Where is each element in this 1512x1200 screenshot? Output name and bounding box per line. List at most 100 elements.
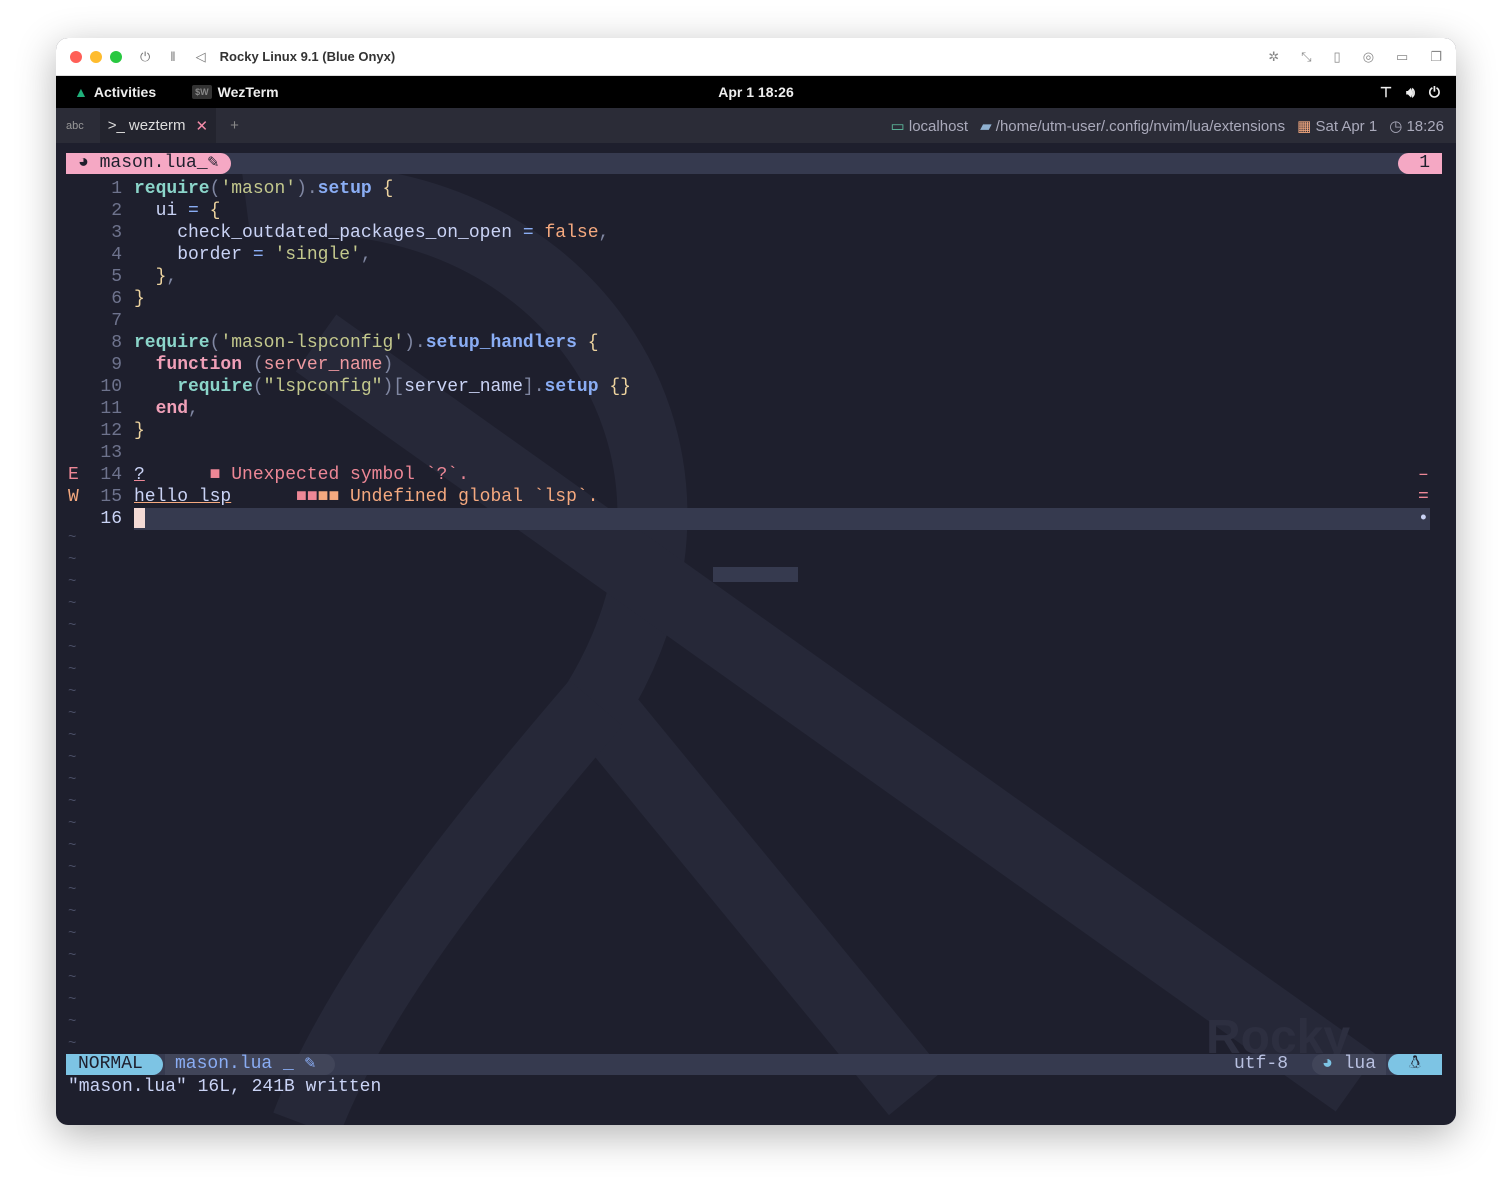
- code-token: ).: [296, 179, 318, 199]
- app-menu[interactable]: $W WezTerm: [192, 84, 279, 100]
- network-icon[interactable]: ⊤: [1380, 84, 1392, 101]
- time-status: ◷ 18:26: [1389, 117, 1444, 135]
- line-number: 3: [111, 223, 122, 243]
- code-line[interactable]: 1 require('mason').setup {: [56, 178, 1442, 200]
- new-tab-button[interactable]: +: [230, 117, 239, 134]
- empty-line-tilde: ~: [68, 882, 77, 898]
- code-text: border = 'single',: [134, 244, 371, 266]
- empty-line-tilde: ~: [68, 706, 77, 722]
- command-line-message: "mason.lua" 16L, 241B written: [68, 1077, 382, 1097]
- empty-line-tilde: ~: [68, 772, 77, 788]
- code-line[interactable]: 4 border = 'single',: [56, 244, 1442, 266]
- empty-line-tilde: ~: [68, 926, 77, 942]
- empty-line-tilde: ~: [68, 1014, 77, 1030]
- code-token: {: [371, 179, 394, 199]
- encoding: utf-8: [1233, 1054, 1288, 1074]
- usb-icon[interactable]: ▯: [1334, 49, 1341, 65]
- code-token: ■ Unexpected symbol `?`.: [144, 465, 469, 485]
- scrollbar-marker[interactable]: –: [1418, 464, 1429, 486]
- cd-icon[interactable]: ◎: [1363, 49, 1374, 65]
- code-token: {: [198, 201, 221, 221]
- code-line[interactable]: 8 require('mason-lspconfig').setup_handle…: [56, 332, 1442, 354]
- close-tab-icon[interactable]: ✕: [196, 117, 209, 135]
- code-text: require('mason-lspconfig').setup_handler…: [134, 332, 599, 354]
- empty-line-tilde: ~: [68, 904, 77, 920]
- clock[interactable]: Apr 1 18:26: [718, 84, 793, 100]
- vm-window: ⏻ ‖ ◁ Rocky Linux 9.1 (Blue Onyx) ✲ ⤡ ▯ …: [56, 38, 1456, 1125]
- minimize-button[interactable]: [90, 50, 102, 63]
- code-token: ,: [166, 267, 178, 287]
- vm-titlebar: ⏻ ‖ ◁ Rocky Linux 9.1 (Blue Onyx) ✲ ⤡ ▯ …: [56, 38, 1456, 76]
- line-number: 7: [111, 311, 122, 331]
- line-number: 5: [111, 267, 122, 287]
- back-icon[interactable]: ◁: [196, 49, 206, 65]
- activities-button[interactable]: ▲ Activities: [74, 84, 156, 100]
- power-menu-icon[interactable]: ⏻: [1429, 84, 1440, 101]
- empty-line-tilde: ~: [68, 816, 77, 832]
- buffer-tab-mason-lua[interactable]: ◕ mason.lua_✎: [66, 153, 231, 174]
- code-line[interactable]: 10 require("lspconfig")[server_name].set…: [56, 376, 1442, 398]
- tab-wezterm[interactable]: >_ wezterm ✕: [99, 108, 217, 143]
- code-token: {}: [598, 377, 631, 397]
- empty-line-tilde: ~: [68, 948, 77, 964]
- date-label: Sat Apr 1: [1315, 117, 1378, 135]
- code-token: (: [209, 333, 221, 353]
- code-token: ): [382, 355, 394, 375]
- wezterm-tab-bar: abc >_ wezterm ✕ + ▭ localhost ▰ /home/utm…: [56, 108, 1456, 143]
- lua-icon: ◕: [1321, 1054, 1333, 1074]
- code-text: [134, 508, 145, 530]
- empty-line-tilde: ~: [68, 970, 77, 986]
- code-line[interactable]: 2 ui = {: [56, 200, 1442, 222]
- empty-line-tilde: ~: [68, 640, 77, 656]
- zoom-button[interactable]: [110, 50, 122, 63]
- scrollbar-marker[interactable]: •: [1418, 508, 1429, 530]
- code-line[interactable]: 3 check_outdated_packages_on_open = fals…: [56, 222, 1442, 244]
- code-line[interactable]: E 14? ■ Unexpected symbol `?`. –: [56, 464, 1442, 486]
- statusline: NORMAL mason.lua _ ✎ utf-8 ◕ lua 🐧︎: [66, 1054, 1442, 1075]
- volume-icon[interactable]: 🔊︎: [1406, 84, 1415, 101]
- date-status: ▦ Sat Apr 1: [1297, 117, 1377, 135]
- code-line[interactable]: 7: [56, 310, 1442, 332]
- code-token: require: [134, 179, 210, 199]
- resize-icon[interactable]: ⤡: [1301, 49, 1311, 65]
- buffer-line: ◕ mason.lua_✎ 1: [66, 153, 1442, 174]
- code-line[interactable]: 12}: [56, 420, 1442, 442]
- line-number: 2: [111, 201, 122, 221]
- code-line[interactable]: 9 function (server_name): [56, 354, 1442, 376]
- power-icon[interactable]: ⏻: [140, 49, 150, 65]
- capture-cursor-icon[interactable]: ✲: [1268, 49, 1279, 65]
- empty-line-tilde: ~: [68, 596, 77, 612]
- code-token: border: [134, 245, 253, 265]
- scrollbar-marker[interactable]: =: [1418, 486, 1429, 508]
- filetype: ◕ lua: [1311, 1054, 1386, 1075]
- shared-folder-icon[interactable]: ▭: [1396, 49, 1408, 65]
- pause-icon[interactable]: ‖: [170, 49, 175, 64]
- code-token: false: [533, 223, 599, 243]
- tab-number[interactable]: 1: [1398, 153, 1442, 174]
- code-line[interactable]: 13: [56, 442, 1442, 464]
- activities-label: Activities: [93, 84, 157, 100]
- code-line[interactable]: 5 },: [56, 266, 1442, 288]
- floating-window: [713, 567, 798, 582]
- code-token: (: [209, 179, 221, 199]
- code-line[interactable]: 11 end,: [56, 398, 1442, 420]
- empty-line-tilde: ~: [68, 728, 77, 744]
- host-status: ▭ localhost: [891, 117, 969, 135]
- code-line[interactable]: W 15 hello lsp ■■■■ Undefined global `lsp`…: [56, 486, 1442, 508]
- code-token: 'mason': [220, 179, 297, 199]
- code-token: }: [134, 289, 145, 309]
- code-token: function: [134, 355, 243, 375]
- windows-icon[interactable]: ❐: [1430, 49, 1442, 65]
- close-button[interactable]: [70, 50, 82, 63]
- code-token: )[: [382, 377, 405, 397]
- code-line[interactable]: 16 •: [56, 508, 1442, 530]
- lua-icon: ◕: [78, 153, 89, 173]
- code-token: server_name: [404, 377, 523, 397]
- code-token: hello lsp: [134, 487, 232, 507]
- empty-line-tilde: ~: [68, 750, 77, 766]
- window-title: Rocky Linux 9.1 (Blue Onyx): [219, 49, 396, 64]
- nvim-editor[interactable]: Rocky ◕ mason.lua_✎ 1 1 require('mason').…: [56, 143, 1456, 1125]
- host-label: localhost: [908, 117, 969, 135]
- code-line[interactable]: 6}: [56, 288, 1442, 310]
- code-token: (: [242, 355, 264, 375]
